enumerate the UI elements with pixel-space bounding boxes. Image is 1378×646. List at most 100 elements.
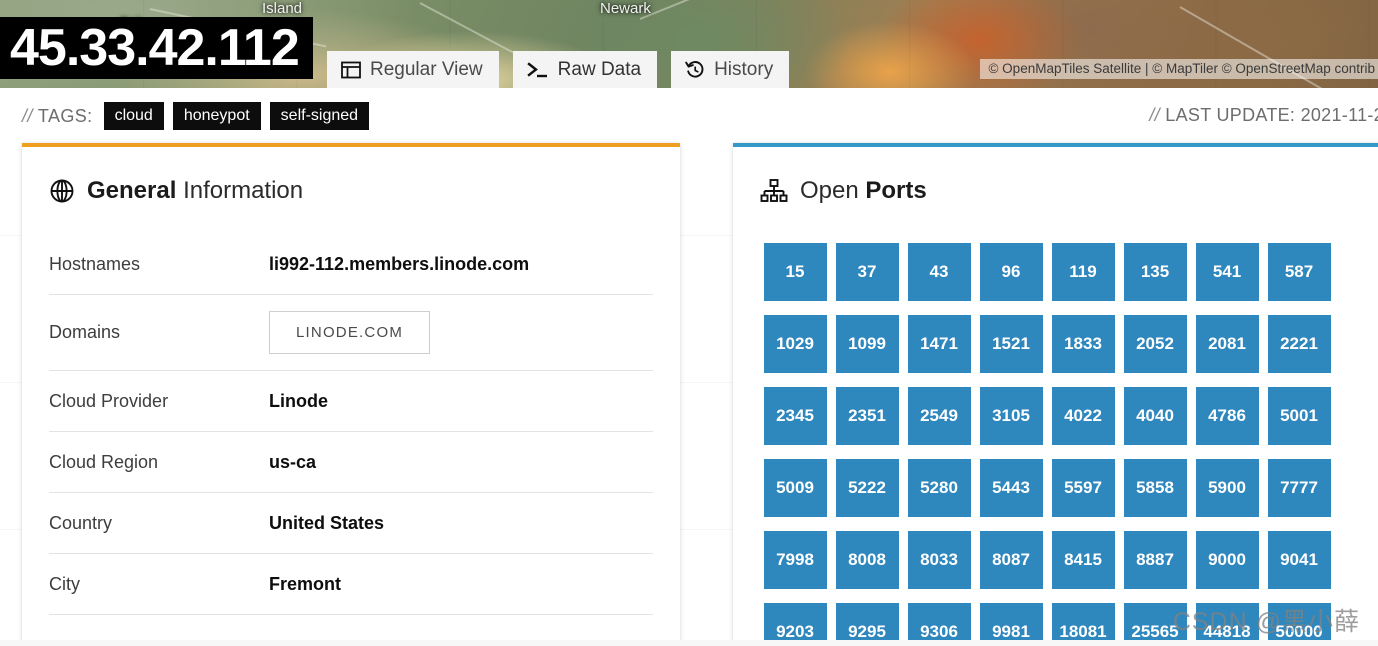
port-tile[interactable]: 5597: [1051, 459, 1115, 517]
info-key: Country: [49, 512, 113, 533]
port-cell: 18081: [1047, 596, 1119, 646]
port-tile[interactable]: 5900: [1195, 459, 1259, 517]
info-value-hostnames: li992-112.members.linode.com: [269, 253, 530, 274]
port-tile[interactable]: 587: [1267, 243, 1331, 301]
port-tile[interactable]: 15: [763, 243, 827, 301]
tag-chip-cloud[interactable]: cloud: [103, 102, 164, 130]
map-attribution: © OpenMapTiles Satellite | © MapTiler © …: [980, 59, 1378, 79]
port-cell: 5858: [1119, 452, 1191, 524]
port-cell: 3105: [975, 380, 1047, 452]
page-title: 45.33.42.112: [0, 17, 313, 79]
port-cell: 5900: [1191, 452, 1263, 524]
tags-label: // TAGS:: [22, 106, 93, 127]
port-tile[interactable]: 7998: [763, 531, 827, 589]
port-cell: 5009: [759, 452, 831, 524]
port-cell: 4040: [1119, 380, 1191, 452]
port-cell: 2345: [759, 380, 831, 452]
port-cell: 9041: [1263, 524, 1335, 596]
tab-raw-data[interactable]: Raw Data: [512, 51, 658, 88]
port-cell: 5001: [1263, 380, 1335, 452]
port-tile[interactable]: 1471: [907, 315, 971, 373]
port-tile[interactable]: 4022: [1051, 387, 1115, 445]
port-tile[interactable]: 8415: [1051, 531, 1115, 589]
info-value-cloud-region: us-ca: [269, 451, 317, 472]
info-row-cloud-provider: Cloud Provider Linode: [49, 371, 653, 432]
last-update-slashes: //: [1149, 105, 1160, 125]
port-tile[interactable]: 8087: [979, 531, 1043, 589]
port-cell: 37: [831, 236, 903, 308]
port-cell: 2221: [1263, 308, 1335, 380]
port-cell: 5280: [903, 452, 975, 524]
port-tile[interactable]: 9041: [1267, 531, 1331, 589]
port-tile[interactable]: 2345: [763, 387, 827, 445]
port-cell: 8087: [975, 524, 1047, 596]
port-tile[interactable]: 2221: [1267, 315, 1331, 373]
port-tile[interactable]: 5001: [1267, 387, 1331, 445]
port-tile[interactable]: 1029: [763, 315, 827, 373]
general-information-card: General Information Hostnames li992-112.…: [22, 143, 680, 646]
port-cell: 1099: [831, 308, 903, 380]
globe-icon: [49, 178, 75, 204]
tags-slashes: //: [22, 105, 33, 126]
view-tabs: Regular View Raw Data History: [327, 51, 790, 88]
port-tile[interactable]: 5280: [907, 459, 971, 517]
port-cell: 587: [1263, 236, 1335, 308]
tab-label: Raw Data: [557, 58, 642, 80]
info-value-country: United States: [269, 512, 385, 533]
port-tile[interactable]: 135: [1123, 243, 1187, 301]
port-cell: 9295: [831, 596, 903, 646]
port-tile[interactable]: 4040: [1123, 387, 1187, 445]
info-key: Domains: [49, 322, 121, 342]
port-tile[interactable]: 1833: [1051, 315, 1115, 373]
port-tile[interactable]: 1099: [835, 315, 899, 373]
port-tile[interactable]: 43: [907, 243, 971, 301]
port-cell: 1833: [1047, 308, 1119, 380]
port-tile[interactable]: 119: [1051, 243, 1115, 301]
port-cell: 50000: [1263, 596, 1335, 646]
port-cell: 8008: [831, 524, 903, 596]
tab-regular-view[interactable]: Regular View: [327, 51, 499, 88]
port-tile[interactable]: 5858: [1123, 459, 1187, 517]
port-tile[interactable]: 3105: [979, 387, 1043, 445]
port-tile[interactable]: 5009: [763, 459, 827, 517]
tab-history[interactable]: History: [671, 51, 790, 88]
port-cell: 8887: [1119, 524, 1191, 596]
port-tile[interactable]: 1521: [979, 315, 1043, 373]
port-cell: 7998: [759, 524, 831, 596]
map-label-newark: Newark: [600, 0, 651, 17]
port-tile[interactable]: 5443: [979, 459, 1043, 517]
port-cell: 1029: [759, 308, 831, 380]
port-tile[interactable]: 8008: [835, 531, 899, 589]
info-row-domains: Domains LINODE.COM: [49, 295, 653, 371]
port-tile[interactable]: 96: [979, 243, 1043, 301]
info-key: Cloud Region: [49, 451, 159, 472]
port-cell: 5443: [975, 452, 1047, 524]
port-tile[interactable]: 7777: [1267, 459, 1331, 517]
info-key: Cloud Provider: [49, 390, 169, 411]
port-tile[interactable]: 541: [1195, 243, 1259, 301]
port-cell: 15: [759, 236, 831, 308]
port-cell: 9981: [975, 596, 1047, 646]
port-cell: 135: [1119, 236, 1191, 308]
port-tile[interactable]: 5222: [835, 459, 899, 517]
port-cell: 5597: [1047, 452, 1119, 524]
port-tile[interactable]: 8887: [1123, 531, 1187, 589]
port-tile[interactable]: 2351: [835, 387, 899, 445]
domain-chip-linode[interactable]: LINODE.COM: [269, 311, 431, 354]
port-tile[interactable]: 2081: [1195, 315, 1259, 373]
tag-chip-honeypot[interactable]: honeypot: [172, 102, 261, 130]
port-tile[interactable]: 8033: [907, 531, 971, 589]
tab-label: History: [714, 58, 774, 80]
sitemap-icon: [760, 178, 788, 204]
title-strong: General: [87, 177, 177, 204]
port-tile[interactable]: 2052: [1123, 315, 1187, 373]
title-light-text: Information: [183, 177, 304, 204]
info-row-city: City Fremont: [49, 554, 653, 615]
port-tile[interactable]: 2549: [907, 387, 971, 445]
open-ports-grid: 15 37 43 96 119 135 541 587 1029 1099 1471 1521 1833…: [759, 236, 1378, 646]
port-cell: 4022: [1047, 380, 1119, 452]
port-tile[interactable]: 4786: [1195, 387, 1259, 445]
tag-chip-self-signed[interactable]: self-signed: [269, 102, 370, 130]
port-tile[interactable]: 9000: [1195, 531, 1259, 589]
port-tile[interactable]: 37: [835, 243, 899, 301]
